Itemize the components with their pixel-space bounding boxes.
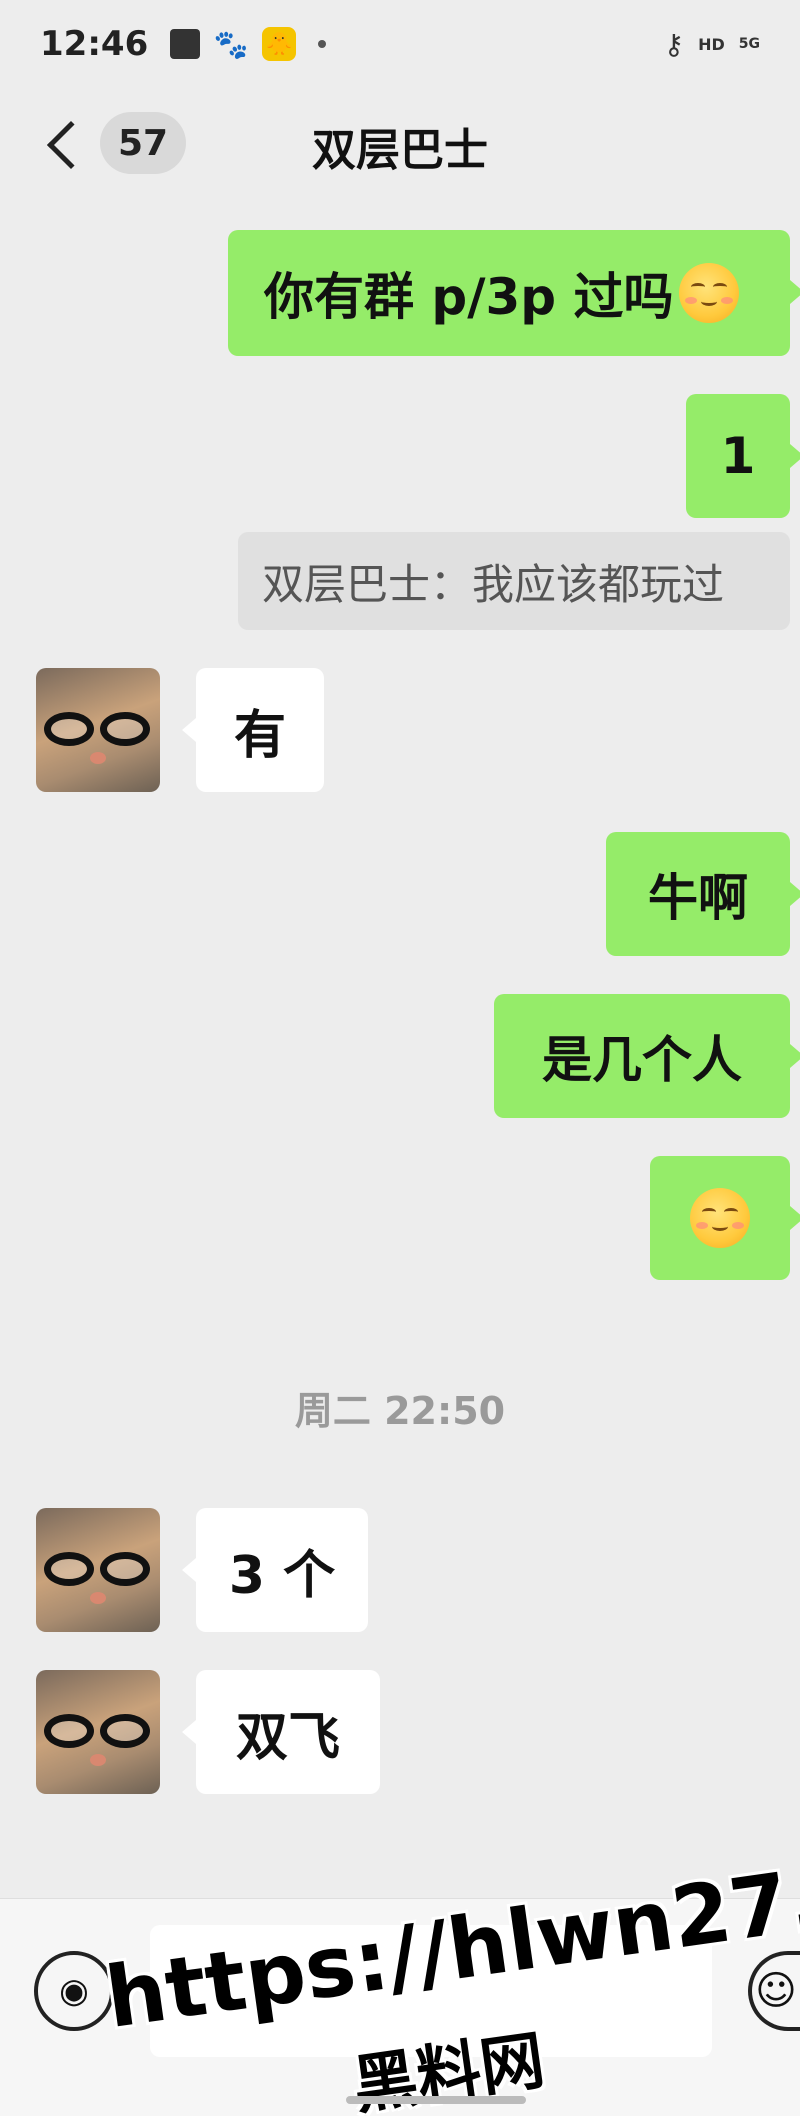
message-text: 牛啊 <box>648 869 748 927</box>
message-bubble-outgoing[interactable]: 1 <box>686 394 800 518</box>
status-time: 12:46 <box>40 24 149 64</box>
message-text: 有 <box>233 705 286 766</box>
quoted-text: 双层巴士：我应该都玩过 <box>262 559 725 609</box>
message-bubble-outgoing[interactable] <box>650 1156 800 1280</box>
network-5g-indicator: 5G <box>738 36 760 52</box>
chat-header: 57 双层巴士 <box>0 100 800 190</box>
message-text: 你有群 p/3p 过吗 <box>264 268 674 326</box>
message-text: 3 个 <box>228 1545 336 1606</box>
notification-dot-icon <box>318 40 327 48</box>
gallery-icon <box>170 29 201 59</box>
avatar-glasses-left <box>44 712 94 746</box>
contact-avatar[interactable] <box>36 1670 160 1794</box>
message-bubble-outgoing[interactable]: 牛啊 <box>606 832 800 956</box>
chat-title: 双层巴士 <box>312 125 488 176</box>
message-text: 是几个人 <box>542 1031 742 1089</box>
duck-app-icon: 🐥 <box>262 27 297 61</box>
message-text: 1 <box>720 427 756 485</box>
message-bubble-incoming[interactable]: 双飞 <box>182 1670 380 1794</box>
avatar-glasses-right <box>100 1552 150 1586</box>
contact-avatar[interactable] <box>36 668 160 792</box>
key-icon: ⚷ <box>663 27 685 61</box>
message-bubble-incoming[interactable]: 3 个 <box>182 1508 368 1632</box>
chat-timestamp: 周二 22:50 <box>294 1389 506 1433</box>
avatar-glasses-left <box>44 1552 94 1586</box>
avatar-glasses-right <box>100 1714 150 1748</box>
status-bar: 12:46 🐾 🐥 ⚷ HD 5G <box>0 0 800 88</box>
message-bubble-outgoing[interactable]: 你有群 p/3p 过吗 <box>228 230 800 356</box>
quoted-message-note[interactable]: 双层巴士：我应该都玩过 <box>238 532 790 630</box>
baidu-paw-icon: 🐾 <box>213 27 249 61</box>
message-text: 双飞 <box>235 1707 340 1768</box>
emoji-icon[interactable]: ☺ <box>748 1951 800 2031</box>
avatar-nose <box>90 1592 106 1604</box>
avatar-glasses-left <box>44 1714 94 1748</box>
message-bubble-outgoing[interactable]: 是几个人 <box>494 994 800 1118</box>
avatar-nose <box>90 1754 106 1766</box>
blush-smile-emoji-icon <box>679 263 740 323</box>
avatar-glasses-right <box>100 712 150 746</box>
message-bubble-incoming[interactable]: 有 <box>182 668 324 792</box>
contact-avatar[interactable] <box>36 1508 160 1632</box>
hd-indicator: HD <box>698 34 725 54</box>
home-indicator[interactable] <box>346 2096 526 2104</box>
avatar-nose <box>90 752 106 764</box>
status-right-group: ⚷ HD 5G <box>664 28 760 61</box>
blush-smile-emoji-icon <box>690 1188 750 1248</box>
